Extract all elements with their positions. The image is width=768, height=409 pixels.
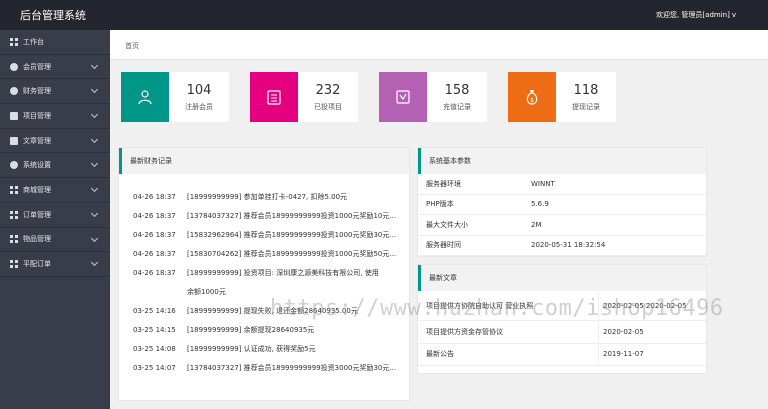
stat-value: 232 — [315, 83, 341, 98]
sidebar-item-label: 工作台 — [23, 37, 44, 46]
sidebar-item-label: 项目管理 — [23, 111, 51, 120]
chevron-down-icon — [90, 61, 99, 69]
grid-icon — [10, 185, 18, 194]
list-item: 03-25 14:07 [13784037327] 推荐会员18999999999… — [133, 364, 397, 372]
sidebar-item-label: 物品管理 — [23, 235, 51, 244]
user-menu[interactable]: 欢迎您, 管理员[admin] v — [656, 10, 736, 20]
clipboard-icon — [250, 72, 298, 122]
table-row[interactable]: 项目提供方资金存管协议 2020-02-05 — [418, 321, 706, 344]
panel-title: 最新文章 — [418, 265, 706, 291]
sidebar-item-finance[interactable]: 财务管理 — [0, 79, 110, 105]
chevron-down-icon — [90, 111, 99, 119]
app-title: 后台管理系统 — [20, 9, 86, 22]
list-item: 03-25 14:08 [18999999999] 认证成功, 获得奖励5元 — [133, 345, 316, 353]
stat-value: 118 — [573, 83, 599, 98]
table-row: 服务器时间 2020-05-31 18:32:54 — [418, 236, 706, 256]
sidebar-item-goods[interactable]: 物品管理 — [0, 228, 110, 253]
recharge-icon — [379, 72, 427, 122]
finance-panel: 最新财务记录 04-26 18:37 [18999999999] 参加单挂打卡-0… — [118, 147, 410, 401]
sidebar-item-label: 财务管理 — [23, 87, 51, 96]
stat-card-members[interactable]: 104 注册会员 — [121, 72, 229, 122]
breadcrumb: 首页 — [110, 30, 768, 60]
chevron-down-icon — [90, 209, 99, 217]
sidebar-item-match-orders[interactable]: 平配订单 — [0, 252, 110, 277]
list-item: 04-26 18:37 [15830704262] 推荐会员18999999999… — [133, 250, 397, 258]
stat-label: 注册会员 — [185, 103, 213, 111]
table-row: PHP版本 5.6.9 — [418, 195, 706, 215]
chevron-down-icon — [90, 86, 99, 94]
document-icon — [10, 136, 18, 145]
sidebar-item-settings[interactable]: 系统设置 — [0, 153, 110, 179]
circle-icon — [10, 87, 18, 96]
money-bag-icon: $ — [508, 72, 556, 122]
system-panel: 系统基本参数 服务器环境 WINNT PHP版本 5.6.9 最大文件大小 2M 服务… — [417, 147, 707, 257]
chevron-down-icon — [90, 160, 99, 168]
list-item: 03-25 14:15 [18999999999] 余额提现28640935元 — [133, 326, 315, 334]
gear-icon — [10, 161, 18, 170]
chevron-down-icon — [90, 135, 99, 143]
chevron-down-icon — [90, 185, 99, 193]
list-item: 余额1000元 — [187, 288, 226, 296]
sidebar-item-orders[interactable]: 订单管理 — [0, 203, 110, 228]
stat-card-recharge[interactable]: 158 充值记录 — [379, 72, 487, 122]
sidebar-item-members[interactable]: 会员管理 — [0, 55, 110, 80]
sidebar-item-mall[interactable]: 商城管理 — [0, 178, 110, 203]
sidebar-item-articles[interactable]: 文章管理 — [0, 129, 110, 154]
stat-label: 提现记录 — [572, 103, 600, 111]
table-row[interactable]: 最新公告 2019-11-07 — [418, 343, 706, 366]
user-icon — [121, 72, 169, 122]
list-item: 04-26 18:37 [18999999999] 投资项目: 深圳康之源美科技有… — [133, 269, 379, 277]
main-content: 首页 104 注册会员 232 已投项目 158 充值记录 $ 118 提现记录… — [110, 30, 768, 409]
grid-icon — [10, 210, 18, 219]
list-item: 04-26 18:37 [15832962964] 推荐会员18999999999… — [133, 231, 397, 239]
list-item: 04-26 18:37 [18999999999] 参加单挂打卡-0427, 扣除… — [133, 193, 348, 201]
stat-card-projects[interactable]: 232 已投项目 — [250, 72, 358, 122]
document-icon — [10, 111, 18, 120]
sidebar-item-label: 商城管理 — [23, 185, 51, 194]
sidebar-item-label: 系统设置 — [23, 161, 51, 170]
panel-title: 系统基本参数 — [418, 148, 706, 174]
grid-icon — [10, 235, 18, 244]
table-row: 最大文件大小 2M — [418, 215, 706, 236]
stat-value: 104 — [186, 83, 212, 98]
stat-value: 158 — [444, 83, 470, 98]
circle-icon — [10, 62, 18, 71]
svg-text:$: $ — [530, 97, 534, 104]
list-item: 04-26 18:37 [13784037327] 推荐会员18999999999… — [133, 212, 397, 220]
sidebar-item-label: 订单管理 — [23, 210, 51, 219]
user-greeting: 欢迎您, 管理员[admin] — [655, 11, 730, 19]
top-bar: 后台管理系统 欢迎您, 管理员[admin] v — [0, 0, 768, 30]
table-row: 服务器环境 WINNT — [418, 174, 706, 195]
chevron-down-icon — [90, 259, 99, 267]
stat-label: 充值记录 — [443, 103, 471, 111]
sidebar-item-dashboard[interactable]: 工作台 — [0, 30, 110, 55]
sidebar-item-label: 会员管理 — [23, 62, 51, 71]
sidebar-item-label: 文章管理 — [23, 136, 51, 145]
watermark: https://www.huzhan.com/ishop16496 — [270, 296, 724, 321]
panel-title: 最新财务记录 — [119, 148, 409, 174]
sidebar-item-projects[interactable]: 项目管理 — [0, 104, 110, 129]
sidebar-item-label: 平配订单 — [23, 260, 51, 269]
grid-icon — [10, 37, 18, 46]
sidebar: 工作台 会员管理 财务管理 项目管理 文章管理 系统设置 商城管理 订单管理 物… — [0, 30, 110, 409]
stat-card-withdraw[interactable]: $ 118 提现记录 — [508, 72, 616, 122]
breadcrumb-home[interactable]: 首页 — [125, 41, 139, 51]
stat-label: 已投项目 — [314, 103, 342, 111]
chevron-down-icon — [90, 234, 99, 242]
chevron-down-icon: v — [731, 11, 736, 19]
grid-icon — [10, 260, 18, 269]
